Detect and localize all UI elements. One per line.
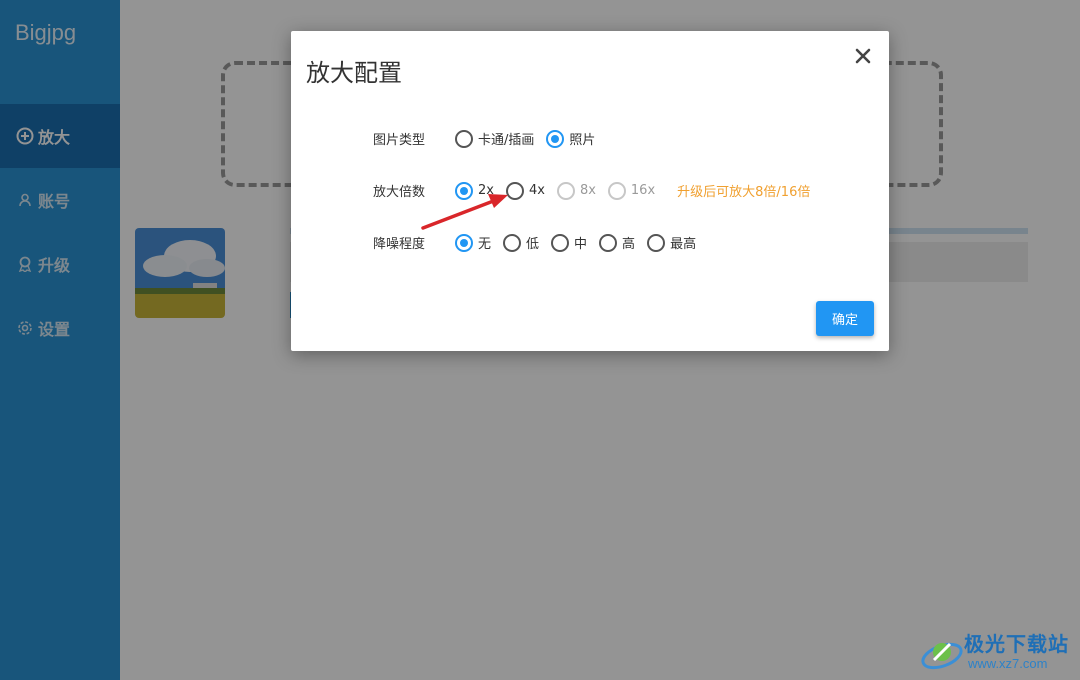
upgrade-hint[interactable]: 升级后可放大8倍/16倍: [677, 181, 810, 200]
radio-noise-none[interactable]: 无: [455, 233, 491, 252]
radio-button[interactable]: [551, 233, 570, 252]
radio-label: 照片: [569, 133, 596, 148]
enlarge-config-dialog: 放大配置 图片类型 卡通/插画 照片 放大倍数 2x 4x 8x 16x 升级后…: [291, 31, 889, 351]
radio-label: 低: [526, 237, 540, 252]
watermark-url: www.xz7.com: [968, 656, 1048, 671]
noise-label: 降噪程度: [373, 237, 426, 252]
radio-label: 最高: [670, 237, 697, 252]
radio-button[interactable]: [503, 233, 522, 252]
radio-4x[interactable]: 4x: [505, 181, 545, 200]
radio-label: 高: [622, 237, 636, 252]
radio-8x: 8x: [556, 181, 596, 200]
radio-button: [607, 181, 626, 200]
radio-button[interactable]: [599, 233, 618, 252]
radio-noise-medium[interactable]: 中: [551, 233, 587, 252]
radio-cartoon[interactable]: 卡通/插画: [455, 129, 534, 148]
watermark-text: 极光下载站: [964, 632, 1069, 656]
radio-button[interactable]: [647, 233, 666, 252]
radio-photo[interactable]: 照片: [546, 129, 595, 148]
radio-button[interactable]: [546, 129, 565, 148]
radio-label: 中: [574, 237, 588, 252]
radio-button[interactable]: [455, 129, 473, 148]
radio-2x[interactable]: 2x: [455, 181, 494, 200]
watermark-logo-icon: [921, 642, 963, 670]
image-type-label: 图片类型: [373, 133, 426, 148]
radio-label: 无: [478, 237, 492, 252]
image-type-row: 图片类型 卡通/插画 照片: [373, 129, 607, 148]
radio-noise-highest[interactable]: 最高: [647, 233, 696, 252]
radio-button[interactable]: [455, 181, 473, 200]
radio-label: 8x: [579, 183, 596, 198]
confirm-button[interactable]: 确定: [816, 301, 874, 336]
radio-label: 2x: [478, 183, 494, 198]
noise-row: 降噪程度 无 低 中 高 最高: [373, 233, 708, 252]
dialog-title: 放大配置: [306, 59, 402, 87]
radio-label: 4x: [528, 183, 545, 198]
radio-button: [556, 181, 575, 200]
radio-button[interactable]: [455, 233, 473, 252]
watermark: 极光下载站 www.xz7.com: [920, 626, 1078, 676]
scale-label: 放大倍数: [373, 185, 426, 200]
radio-noise-low[interactable]: 低: [503, 233, 539, 252]
radio-label: 卡通/插画: [478, 133, 535, 148]
scale-row: 放大倍数 2x 4x 8x 16x 升级后可放大8倍/16倍: [373, 181, 810, 200]
radio-noise-high[interactable]: 高: [599, 233, 635, 252]
radio-button[interactable]: [505, 181, 524, 200]
radio-label: 16x: [630, 183, 656, 198]
close-icon[interactable]: [852, 45, 874, 67]
radio-16x: 16x: [607, 181, 656, 200]
